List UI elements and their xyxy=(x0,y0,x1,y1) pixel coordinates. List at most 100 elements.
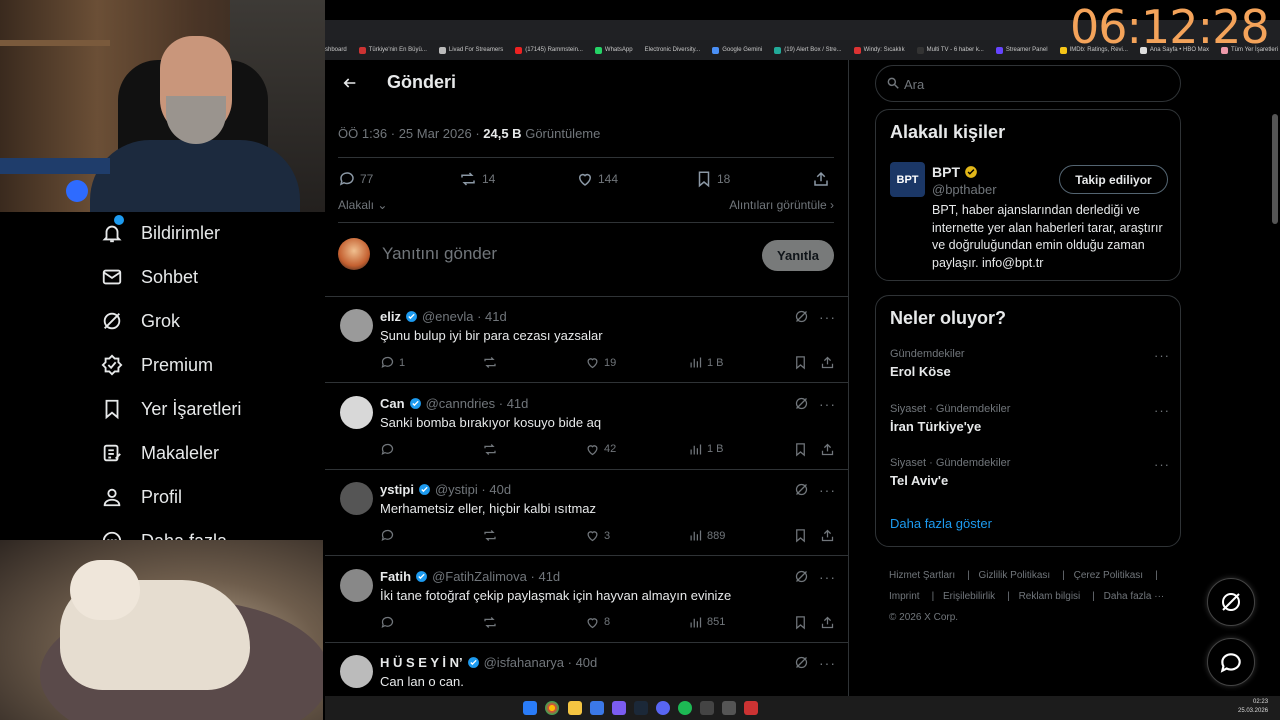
author-name[interactable]: eliz xyxy=(380,309,401,324)
account-name[interactable]: BPT xyxy=(932,164,978,180)
trend-item[interactable]: Siyaset · Gündemdekiler Tel Aviv'e ··· xyxy=(890,457,1170,488)
footer-link[interactable]: Hizmet Şartları xyxy=(889,570,955,581)
nav-item-articles[interactable]: Makaleler xyxy=(100,438,219,468)
steam-icon[interactable] xyxy=(634,701,648,715)
share-button[interactable] xyxy=(820,528,839,543)
repost-button[interactable] xyxy=(482,528,502,543)
repost-button[interactable] xyxy=(482,615,502,630)
reply-button[interactable]: Yanıtla xyxy=(762,240,834,271)
more-icon[interactable]: ··· xyxy=(819,482,836,498)
like-button[interactable]: 8 xyxy=(585,615,610,630)
repost-count-button[interactable]: 14 xyxy=(458,170,495,188)
footer-link[interactable]: Çerez Politikası xyxy=(1074,570,1143,581)
start-icon[interactable] xyxy=(523,701,537,715)
author-name[interactable]: Fatih xyxy=(380,569,411,584)
footer-link[interactable]: Reklam bilgisi xyxy=(1019,591,1081,602)
repost-button[interactable] xyxy=(482,355,502,370)
more-icon[interactable]: ··· xyxy=(819,569,836,585)
views-button[interactable]: 1 B xyxy=(688,442,724,457)
reply-input[interactable]: Yanıtını gönder xyxy=(382,244,497,264)
chrome-icon[interactable] xyxy=(545,701,559,715)
views-button[interactable]: 889 xyxy=(688,528,725,543)
avatar[interactable] xyxy=(340,655,373,688)
share-button[interactable] xyxy=(820,615,839,630)
share-button[interactable] xyxy=(812,170,834,188)
app-icon[interactable] xyxy=(590,701,604,715)
more-icon[interactable]: ··· xyxy=(1154,348,1170,363)
views-button[interactable]: 1 B xyxy=(688,355,724,370)
bookmark-item[interactable]: (17145) Rammstein... xyxy=(515,46,583,54)
reply-button[interactable] xyxy=(380,615,399,630)
back-arrow-icon[interactable] xyxy=(339,72,361,94)
reply-post[interactable]: ystipi @ystipi · 40d Merhametsiz eller, … xyxy=(325,470,848,556)
search-input[interactable] xyxy=(904,74,1164,94)
messages-fab-button[interactable] xyxy=(1207,638,1255,686)
grok-icon[interactable] xyxy=(794,309,809,329)
bookmark-item[interactable]: Streamer Panel xyxy=(995,46,1048,54)
more-icon[interactable]: ··· xyxy=(1154,457,1170,472)
like-count-button[interactable]: 144 xyxy=(576,170,618,188)
more-icon[interactable]: ··· xyxy=(819,309,836,325)
bookmark-count-button[interactable]: 18 xyxy=(695,170,730,188)
bookmark-item[interactable]: Windy: Sıcaklık xyxy=(853,46,905,54)
bookmark-item[interactable]: Livad For Streamers xyxy=(438,46,503,54)
bookmark-item[interactable]: shboard xyxy=(325,47,347,53)
app-icon[interactable] xyxy=(700,701,714,715)
footer-link[interactable]: Imprint xyxy=(889,591,920,602)
trend-item[interactable]: Siyaset · Gündemdekiler İran Türkiye'ye … xyxy=(890,403,1170,434)
avatar[interactable]: BPT xyxy=(890,162,925,197)
more-icon[interactable]: ··· xyxy=(819,396,836,412)
following-button[interactable]: Takip ediliyor xyxy=(1059,165,1168,194)
bookmark-button[interactable] xyxy=(793,442,812,457)
relevance-dropdown[interactable]: Alakalı ⌄ xyxy=(338,198,387,212)
bookmark-item[interactable]: Electronic Diversity... xyxy=(645,47,701,53)
grok-icon[interactable] xyxy=(794,655,809,675)
search-box[interactable] xyxy=(875,65,1181,102)
grok-icon[interactable] xyxy=(794,569,809,589)
avatar[interactable] xyxy=(340,395,373,429)
nav-item-notifications[interactable]: Bildirimler xyxy=(100,215,220,248)
avatar[interactable] xyxy=(340,309,373,342)
bookmark-button[interactable] xyxy=(793,615,812,630)
bookmark-item[interactable]: (19) Alert Box / Stre... xyxy=(774,46,842,54)
footer-link[interactable]: Daha fazla ··· xyxy=(1104,591,1165,602)
grok-fab-button[interactable] xyxy=(1207,578,1255,626)
reply-post[interactable]: H Ü S E Y İ N’ @isfahanarya · 40d Can la… xyxy=(325,643,848,696)
trend-item[interactable]: Gündemdekiler Erol Köse ··· xyxy=(890,348,1170,379)
discord-icon[interactable] xyxy=(656,701,670,715)
avatar[interactable] xyxy=(340,482,373,515)
reply-post[interactable]: Fatih @FatihZalimova · 41d İki tane foto… xyxy=(325,557,848,643)
footer-link[interactable]: Erişilebilirlik xyxy=(943,591,995,602)
grok-icon[interactable] xyxy=(794,482,809,502)
app-icon[interactable] xyxy=(722,701,736,715)
bookmark-item[interactable]: Google Gemini xyxy=(712,46,762,54)
scroll-thumb[interactable] xyxy=(1272,114,1278,224)
nav-item-chat[interactable]: Sohbet xyxy=(100,262,198,292)
folder-icon[interactable] xyxy=(568,701,582,715)
view-quotes-link[interactable]: Alıntıları görüntüle › xyxy=(729,198,834,212)
reply-button[interactable]: 1 xyxy=(380,355,405,370)
reply-button[interactable] xyxy=(380,442,399,457)
show-more-link[interactable]: Daha fazla göster xyxy=(890,516,992,531)
author-name[interactable]: ystipi xyxy=(380,482,414,497)
share-button[interactable] xyxy=(820,355,839,370)
like-button[interactable]: 19 xyxy=(585,355,616,370)
like-button[interactable]: 3 xyxy=(585,528,610,543)
author-name[interactable]: H Ü S E Y İ N’ xyxy=(380,655,463,670)
bookmark-button[interactable] xyxy=(793,528,812,543)
app-icon[interactable] xyxy=(612,701,626,715)
repost-button[interactable] xyxy=(482,442,502,457)
bookmark-item[interactable]: WhatsApp xyxy=(594,46,633,54)
page-scrollbar[interactable] xyxy=(1272,62,1278,696)
footer-link[interactable]: Gizlilik Politikası xyxy=(979,570,1051,581)
more-icon[interactable]: ··· xyxy=(819,655,836,671)
more-icon[interactable]: ··· xyxy=(1154,403,1170,418)
reply-post[interactable]: eliz @enevla · 41d Şunu bulup iyi bir pa… xyxy=(325,297,848,383)
nav-item-profile[interactable]: Profil xyxy=(100,482,182,512)
like-button[interactable]: 42 xyxy=(585,442,616,457)
share-button[interactable] xyxy=(820,442,839,457)
app-icon[interactable] xyxy=(744,701,758,715)
grok-icon[interactable] xyxy=(794,396,809,416)
spotify-icon[interactable] xyxy=(678,701,692,715)
reply-post[interactable]: Can @canndries · 41d Sanki bomba bırakıy… xyxy=(325,384,848,470)
